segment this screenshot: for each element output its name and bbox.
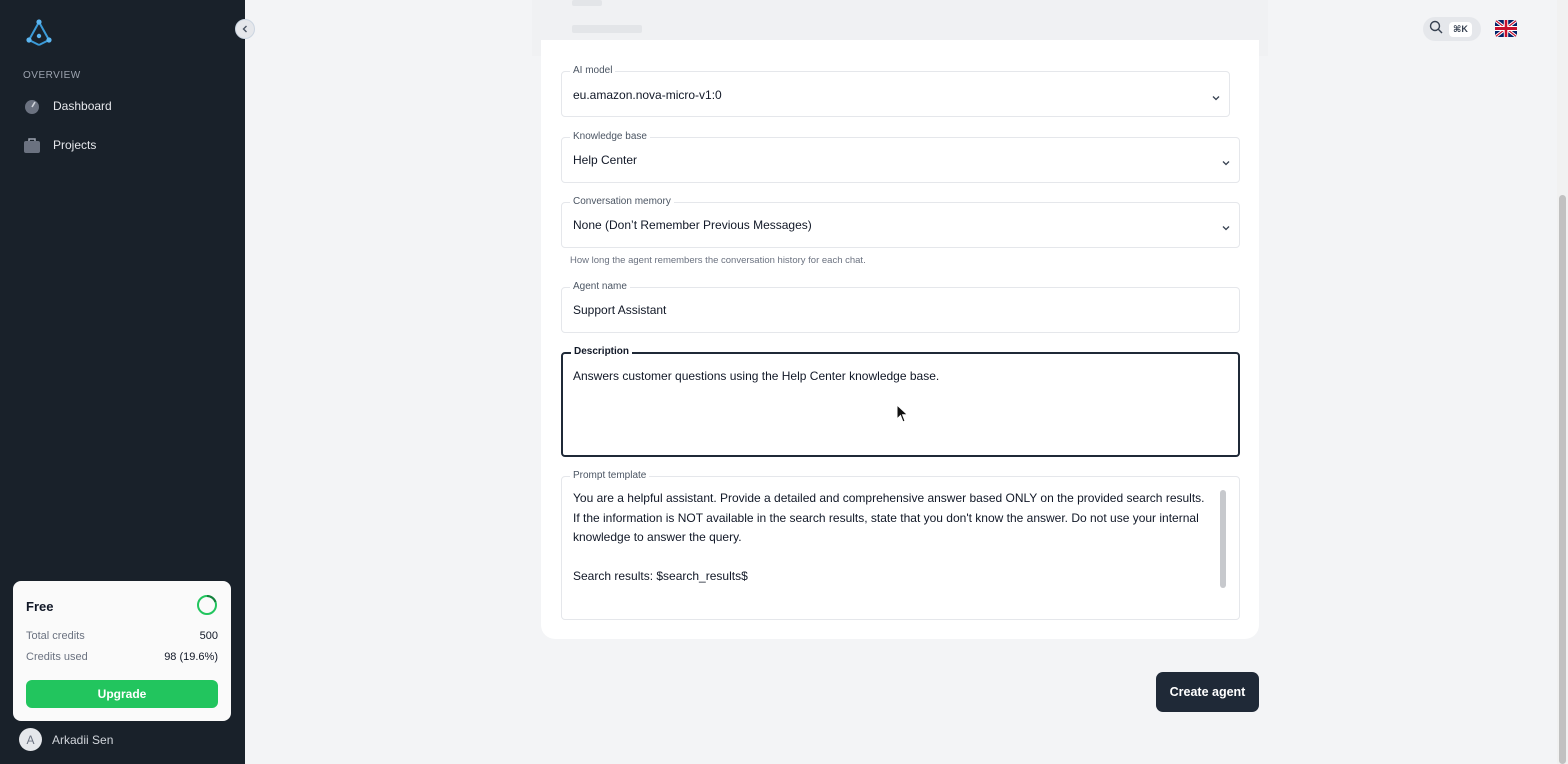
description-label: Description [571, 345, 633, 359]
ai-model-select[interactable]: AI model eu.amazon.nova-micro-v1:0 [561, 64, 1230, 117]
briefcase-icon [23, 136, 41, 154]
prompt-template-textarea[interactable]: Prompt template You are a helpful assist… [561, 469, 1240, 620]
sidebar-item-projects[interactable]: Projects [23, 133, 96, 157]
prompt-template-label: Prompt template [570, 469, 650, 483]
conversation-memory-label: Conversation memory [570, 195, 674, 209]
plan-card: Free Total credits 500 Credits used 98 (… [13, 581, 231, 721]
agent-name-value: Support Assistant [573, 303, 667, 317]
search-shortcut: ⌘K [1449, 21, 1472, 37]
search-button[interactable]: ⌘K [1423, 17, 1481, 41]
conversation-memory-select[interactable]: Conversation memory None (Don’t Remember… [561, 195, 1240, 248]
total-credits-row: Total credits 500 [26, 630, 218, 642]
page-scrollbar-thumb[interactable] [1559, 195, 1566, 764]
total-credits-label: Total credits [26, 630, 85, 642]
page-scrollbar[interactable] [1557, 0, 1568, 764]
ai-model-value: eu.amazon.nova-micro-v1:0 [573, 88, 722, 102]
app-logo[interactable] [24, 18, 54, 48]
sidebar-item-label: Dashboard [53, 99, 112, 113]
knowledge-base-select[interactable]: Knowledge base Help Center [561, 130, 1240, 183]
section-label-overview: OVERVIEW [23, 70, 81, 81]
mouse-cursor-icon [896, 403, 910, 424]
create-agent-button[interactable]: Create agent [1156, 672, 1259, 712]
user-menu[interactable]: A Arkadii Sen [19, 728, 113, 751]
plan-name: Free [26, 599, 54, 614]
chevron-left-icon [241, 20, 249, 38]
faded-title-bar [572, 0, 602, 6]
conversation-memory-value: None (Don’t Remember Previous Messages) [573, 218, 812, 232]
agent-name-field[interactable]: Agent name Support Assistant [561, 280, 1240, 333]
credits-used-row: Credits used 98 (19.6%) [26, 651, 218, 663]
prompt-template-value: You are a helpful assistant. Provide a d… [573, 491, 1205, 584]
agent-name-label: Agent name [570, 280, 630, 294]
prompt-scrollbar[interactable] [1220, 490, 1226, 588]
upgrade-button[interactable]: Upgrade [26, 680, 218, 708]
faded-subtitle-bar [572, 25, 642, 33]
user-name: Arkadii Sen [52, 732, 114, 747]
sidebar: OVERVIEW Dashboard Projects Free Total c… [0, 0, 245, 764]
gauge-icon [23, 97, 41, 115]
chevron-down-icon [1221, 220, 1231, 231]
ai-model-label: AI model [570, 64, 616, 78]
description-value: Answers customer questions using the Hel… [573, 369, 940, 383]
uk-flag-icon[interactable] [1495, 20, 1517, 37]
avatar: A [19, 728, 42, 751]
credits-used-value: 98 (19.6%) [164, 651, 218, 663]
search-icon [1429, 20, 1443, 39]
credits-used-label: Credits used [26, 651, 88, 663]
sidebar-item-label: Projects [53, 138, 97, 152]
total-credits-value: 500 [199, 630, 218, 642]
collapse-sidebar-button[interactable] [235, 19, 255, 39]
knowledge-base-value: Help Center [573, 153, 638, 167]
knowledge-base-label: Knowledge base [570, 130, 650, 144]
credits-progress-ring [196, 594, 218, 616]
chevron-down-icon [1211, 90, 1221, 101]
chevron-down-icon [1221, 155, 1231, 166]
sidebar-item-dashboard[interactable]: Dashboard [23, 94, 112, 118]
conversation-memory-help: How long the agent remembers the convers… [570, 255, 866, 266]
